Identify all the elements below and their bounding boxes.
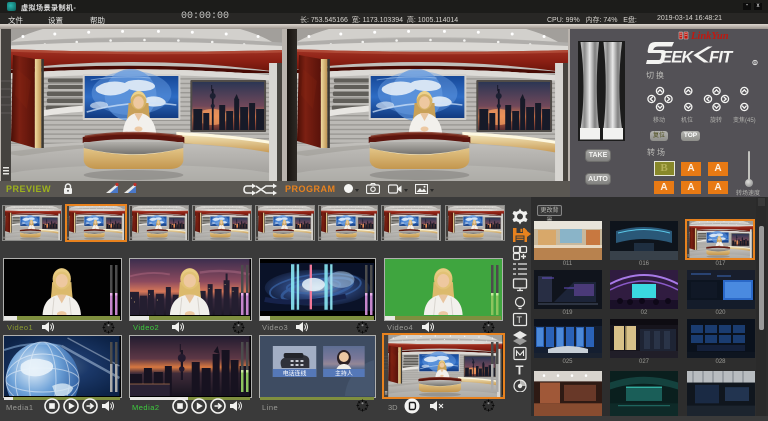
svg-text:T: T [516, 363, 524, 378]
svg-text:T: T [517, 315, 523, 325]
svg-text:EEK: EEK [661, 49, 694, 67]
svg-text:LinkYun: LinkYun [690, 31, 729, 41]
svg-text:FIT: FIT [709, 49, 734, 67]
